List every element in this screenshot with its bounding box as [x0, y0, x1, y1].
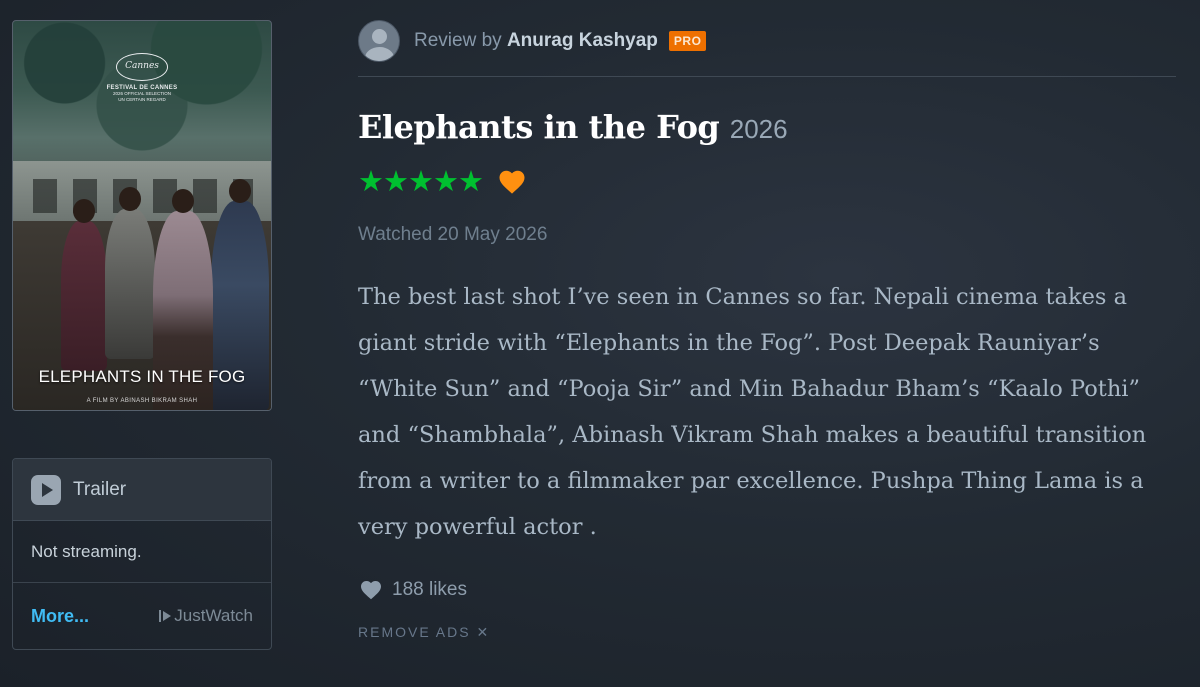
watched-date: Watched 20 May 2026	[358, 224, 548, 245]
film-year-link[interactable]: 2026	[730, 114, 788, 144]
festival-logo: Cannes FESTIVAL DE CANNES 2026 OFFICIAL …	[13, 53, 271, 103]
poster-credit: A FILM BY ABINASH BIKRAM SHAH	[86, 398, 198, 404]
poster-title: ELEPHANTS IN THE FOG	[38, 367, 246, 386]
likes-count: 188 likes	[392, 579, 467, 600]
heart-icon	[499, 170, 525, 194]
more-link[interactable]: More...	[31, 606, 89, 627]
rating-row: ★★★★★	[358, 167, 527, 197]
justwatch-link[interactable]: JustWatch	[159, 606, 253, 626]
poster-figure	[105, 187, 155, 359]
heart-icon[interactable]	[358, 578, 384, 602]
watch-panel: Trailer Not streaming. More... JustWatch	[12, 458, 272, 650]
star-rating-icon: ★★★★★	[358, 165, 484, 198]
review-by: Review by Anurag Kashyap	[414, 30, 658, 52]
review-body: The best last shot I’ve seen in Cannes s…	[358, 284, 1147, 540]
justwatch-icon	[159, 610, 172, 622]
reviewer-name[interactable]: Anurag Kashyap	[507, 30, 658, 51]
palme-logo-icon: Cannes	[116, 53, 168, 81]
play-icon	[31, 474, 61, 505]
trailer-button[interactable]: Trailer	[13, 459, 271, 521]
film-poster[interactable]: Cannes FESTIVAL DE CANNES 2026 OFFICIAL …	[12, 20, 272, 411]
justwatch-label: JustWatch	[174, 606, 253, 625]
streaming-status: Not streaming.	[13, 521, 271, 583]
remove-ads-link[interactable]: REMOVE ADS ✕	[358, 624, 490, 641]
watch-footer: More... JustWatch	[13, 583, 271, 649]
likes-row[interactable]: 188 likes	[358, 578, 467, 602]
trailer-label: Trailer	[73, 478, 127, 500]
film-title-link[interactable]: Elephants in the Fog	[358, 108, 720, 146]
film-heading: Elephants in the Fog 2026	[358, 108, 788, 146]
avatar-icon[interactable]	[358, 20, 400, 62]
review-by-prefix: Review by	[414, 30, 502, 51]
festival-line: UN CERTAIN REGARD	[118, 97, 166, 102]
pro-badge: PRO	[668, 31, 707, 51]
poster-figure	[61, 199, 107, 371]
reviewer-header: Review by Anurag Kashyap PRO	[358, 20, 1176, 77]
